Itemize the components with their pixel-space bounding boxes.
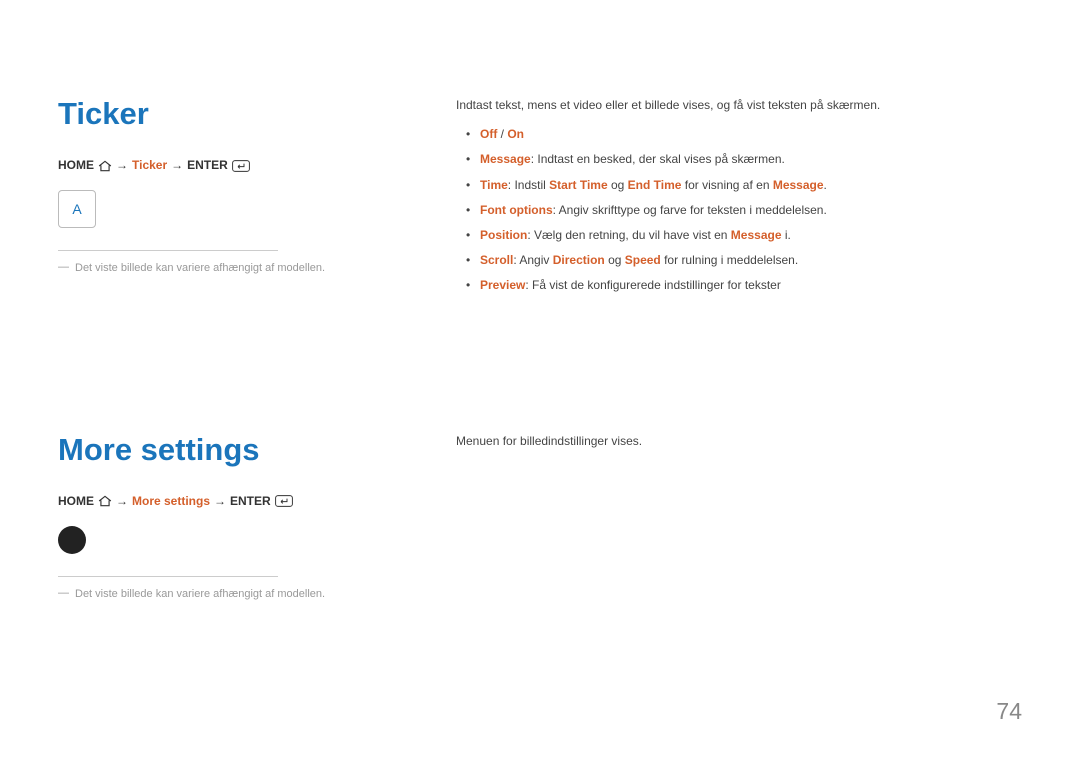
breadcrumb-enter: ENTER [230,494,271,508]
list-item-preview: Preview: Få vist de konfigurerede indsti… [456,276,1022,295]
text: for rulning i meddelelsen. [661,253,798,267]
slash: / [497,127,507,141]
kw-preview: Preview [480,278,525,292]
list-item-scroll: Scroll: Angiv Direction og Speed for rul… [456,251,1022,270]
page-root: Ticker HOME → Ticker → ENTER [0,0,1080,763]
ticker-list: Off / On Message: Indtast en besked, der… [456,125,1022,295]
breadcrumb-enter: ENTER [187,158,228,172]
divider [58,576,278,577]
more-settings-circle-icon [58,526,86,554]
more-note-row: ― Det viste billede kan variere afhængig… [58,587,436,602]
kw-message: Message [731,228,782,242]
text: : Vælg den retning, du vil have vist en [527,228,730,242]
text: : Angiv skrifttype og farve for teksten … [553,203,827,217]
text: for visning af en [681,178,772,192]
text: : Indstil [508,178,549,192]
more-note: Det viste billede kan variere afhængigt … [75,587,325,602]
home-icon [98,494,112,508]
ticker-tile-letter: A [72,201,81,217]
enter-icon [232,158,250,172]
note-dash-icon: ― [58,261,69,273]
kw-position: Position [480,228,527,242]
breadcrumb-ticker: Ticker [132,158,167,172]
ticker-note: Det viste billede kan variere afhængigt … [75,261,325,276]
text: og [605,253,625,267]
breadcrumb-more-settings: More settings [132,494,210,508]
page-number: 74 [996,698,1022,725]
text: i. [782,228,791,242]
ticker-intro: Indtast tekst, mens et video eller et bi… [456,96,1022,115]
kw-start-time: Start Time [549,178,607,192]
text: : Angiv [513,253,552,267]
kw-off: Off [480,127,497,141]
breadcrumb-arrow: → [171,158,183,172]
breadcrumb-arrow: → [214,494,226,508]
breadcrumb-home: HOME [58,158,94,172]
ticker-note-row: ― Det viste billede kan variere afhængig… [58,261,436,276]
more-left-col: More settings HOME → More settings → ENT… [58,432,456,602]
kw-message: Message [480,152,531,166]
section-ticker: Ticker HOME → Ticker → ENTER [58,96,1022,302]
list-item-time: Time: Indstil Start Time og End Time for… [456,176,1022,195]
kw-direction: Direction [553,253,605,267]
list-item-position: Position: Vælg den retning, du vil have … [456,226,1022,245]
more-heading: More settings [58,432,436,468]
kw-end-time: End Time [628,178,682,192]
enter-icon [275,494,293,508]
text: . [824,178,827,192]
ticker-tile-icon: A [58,190,96,228]
kw-message: Message [773,178,824,192]
breadcrumb-home: HOME [58,494,94,508]
text: og [608,178,628,192]
more-intro: Menuen for billedindstillinger vises. [456,432,1022,451]
section-more-settings: More settings HOME → More settings → ENT… [58,432,1022,602]
divider [58,250,278,251]
section-gap [58,302,1022,432]
list-item-font: Font options: Angiv skrifttype og farve … [456,201,1022,220]
kw-on: On [507,127,524,141]
text: : Indtast en besked, der skal vises på s… [531,152,785,166]
more-right-col: Menuen for billedindstillinger vises. [456,432,1022,602]
ticker-heading: Ticker [58,96,436,132]
kw-font-options: Font options [480,203,553,217]
more-breadcrumb: HOME → More settings → ENTER [58,494,436,508]
breadcrumb-arrow: → [116,158,128,172]
kw-time: Time [480,178,508,192]
ticker-breadcrumb: HOME → Ticker → ENTER [58,158,436,172]
home-icon [98,158,112,172]
ticker-right-col: Indtast tekst, mens et video eller et bi… [456,96,1022,302]
list-item-off-on: Off / On [456,125,1022,144]
text: : Få vist de konfigurerede indstillinger… [525,278,780,292]
note-dash-icon: ― [58,587,69,599]
list-item-message: Message: Indtast en besked, der skal vis… [456,150,1022,169]
kw-scroll: Scroll [480,253,513,267]
kw-speed: Speed [625,253,661,267]
ticker-left-col: Ticker HOME → Ticker → ENTER [58,96,456,302]
breadcrumb-arrow: → [116,494,128,508]
